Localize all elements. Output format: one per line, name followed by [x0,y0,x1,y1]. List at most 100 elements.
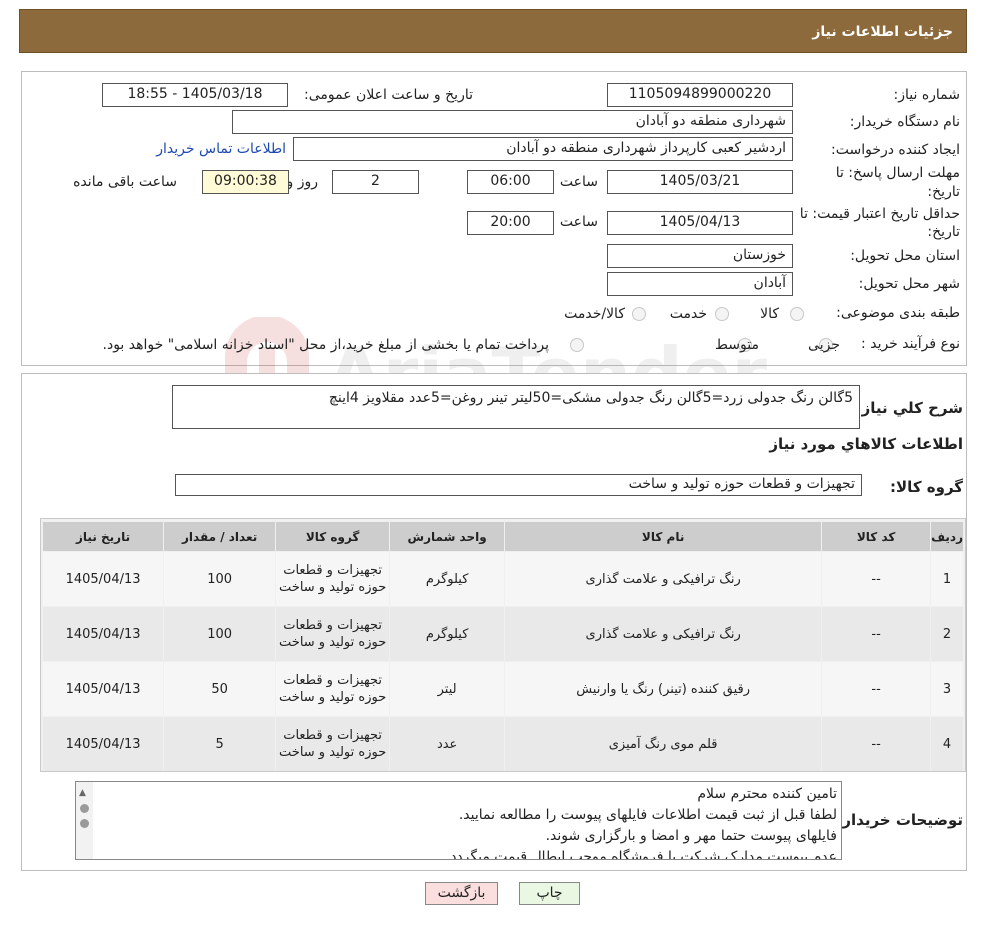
col-unit: واحد شمارش [390,522,505,551]
goods-group-label: گروه کالا: [890,478,963,496]
creator-label: ایجاد کننده درخواست: [831,142,960,158]
notes-scrollbar[interactable]: ▲ [76,782,93,859]
announce-label: تاریخ و ساعت اعلان عمومی: [304,87,473,103]
cell-group: تجهیزات و قطعات حوزه تولید و ساخت [276,717,390,771]
province-field: خوزستان [607,244,793,268]
col-code: کد کالا [822,522,931,551]
notes-line: فایلهای پیوست حتما مهر و امضا و بارگزاری… [545,828,837,844]
goods-group-field: تجهیزات و قطعات حوزه تولید و ساخت [175,474,862,496]
goods-section-title: اطلاعات کالاهاي مورد نياز [769,435,963,453]
table-row: 1 -- رنگ ترافیکی و علامت گذاری کیلوگرم ت… [43,552,963,606]
province-label: استان محل تحویل: [850,248,960,264]
buyer-field: شهرداری منطقه دو آبادان [232,110,793,134]
notes-line: عدم پیوست مدارک شرکت یا فروشگاه موجب ابط… [445,849,837,860]
cell-code: -- [822,717,931,771]
goods-table: ردیف کد کالا نام کالا واحد شمارش گروه کا… [40,518,966,772]
cell-qty: 100 [164,552,276,606]
days-label: روز و [286,174,319,190]
cell-name: قلم موی رنگ آمیزی [505,717,822,771]
cell-name: رنگ ترافیکی و علامت گذاری [505,607,822,661]
cell-row: 4 [931,717,963,771]
treasury-payment-checkbox[interactable] [570,338,584,352]
creator-field: اردشیر کعبی کارپرداز شهرداری منطقه دو آب… [293,137,793,161]
remaining-time-field: 09:00:38 [202,170,289,194]
announce-field: 1405/03/18 - 18:55 [102,83,288,107]
category-label: طبقه بندی موضوعی: [836,305,960,321]
process-label: نوع فرآیند خرید : [861,336,960,352]
category-goods-service-radio[interactable] [632,307,646,321]
city-label: شهر محل تحویل: [858,276,960,292]
goods-table-grid: ردیف کد کالا نام کالا واحد شمارش گروه کا… [42,521,964,772]
goods-table-header: ردیف کد کالا نام کالا واحد شمارش گروه کا… [43,522,963,551]
scroll-up-icon[interactable]: ▲ [79,783,86,804]
buyer-contact-link[interactable]: اطلاعات تماس خریدار [156,141,286,157]
col-name: نام کالا [505,522,822,551]
validity-date-field: 1405/04/13 [607,211,793,235]
validity-label: حداقل تاریخ اعتبار قیمت: تا [799,206,960,222]
need-number-label: شماره نیاز: [893,87,961,103]
cell-unit: کیلوگرم [390,552,505,606]
print-button[interactable]: چاپ [519,882,580,905]
col-group: گروه کالا [276,522,390,551]
validity-time-field: 20:00 [467,211,554,235]
cell-row: 3 [931,662,963,716]
cell-row: 1 [931,552,963,606]
buyer-notes-label: توضیحات خریدار: [836,811,963,829]
back-button[interactable]: بازگشت [425,882,498,905]
cell-date: 1405/04/13 [43,552,164,606]
cell-code: -- [822,552,931,606]
cell-qty: 5 [164,717,276,771]
goods-panel: شرح کلي نياز: 5گالن رنگ جدولی زرد=5گالن … [21,373,967,871]
cell-group: تجهیزات و قطعات حوزه تولید و ساخت [276,662,390,716]
cell-group: تجهیزات و قطعات حوزه تولید و ساخت [276,607,390,661]
city-field: آبادان [607,272,793,296]
deadline-label-2: تاریخ: [927,184,960,200]
category-goods-label: کالا [760,306,779,322]
category-service-radio[interactable] [715,307,729,321]
buyer-label: نام دستگاه خریدار: [849,114,960,130]
process-minor-label: جزیی [808,337,840,353]
remaining-label: ساعت باقی مانده [73,174,177,190]
notes-line: لطفا قبل از ثبت قیمت اطلاعات فایلهای پیو… [458,807,837,823]
deadline-time-label: ساعت [559,174,598,190]
treasury-note: پرداخت تمام یا بخشی از مبلغ خرید،از محل … [102,337,549,353]
cell-code: -- [822,607,931,661]
page-title: جزئیات اطلاعات نیاز [19,9,967,53]
cell-code: -- [822,662,931,716]
deadline-label: مهلت ارسال پاسخ: تا [835,165,960,181]
notes-line: تامین کننده محترم سلام [697,786,837,802]
validity-time-label: ساعت [559,214,598,230]
table-row: 4 -- قلم موی رنگ آمیزی عدد تجهیزات و قطع… [43,717,963,771]
cell-unit: لیتر [390,662,505,716]
cell-qty: 100 [164,607,276,661]
scroll-thumb-icon[interactable] [80,804,89,813]
cell-date: 1405/04/13 [43,717,164,771]
validity-label-2: تاریخ: [927,224,960,240]
need-info-panel: AriaTender.neT شماره نیاز: 1105094899000… [21,71,967,416]
table-row: 2 -- رنگ ترافیکی و علامت گذاری کیلوگرم ت… [43,607,963,661]
cell-group: تجهیزات و قطعات حوزه تولید و ساخت [276,552,390,606]
days-field: 2 [332,170,419,194]
cell-unit: عدد [390,717,505,771]
col-date: تاریخ نیاز [43,522,164,551]
need-number-field: 1105094899000220 [607,83,793,107]
buyer-notes-textarea[interactable]: ▲ تامین کننده محترم سلام لطفا قبل از ثبت… [75,781,842,860]
cell-name: رنگ ترافیکی و علامت گذاری [505,552,822,606]
cell-date: 1405/04/13 [43,607,164,661]
deadline-date-field: 1405/03/21 [607,170,793,194]
cell-unit: کیلوگرم [390,607,505,661]
cell-row: 2 [931,607,963,661]
summary-field: 5گالن رنگ جدولی زرد=5گالن رنگ جدولی مشکی… [172,385,860,429]
category-service-label: خدمت [669,306,707,322]
col-qty: تعداد / مقدار [164,522,276,551]
summary-label: شرح کلي نياز: [855,399,963,417]
cell-date: 1405/04/13 [43,662,164,716]
col-row: ردیف [931,522,963,551]
table-row: 3 -- رقیق کننده (تینر) رنگ یا وارنیش لیت… [43,662,963,716]
cell-name: رقیق کننده (تینر) رنگ یا وارنیش [505,662,822,716]
process-medium-label: متوسط [715,337,759,353]
cell-qty: 50 [164,662,276,716]
category-goods-service-label: کالا/خدمت [564,306,625,322]
category-goods-radio[interactable] [790,307,804,321]
scroll-thumb-icon[interactable] [80,819,89,828]
